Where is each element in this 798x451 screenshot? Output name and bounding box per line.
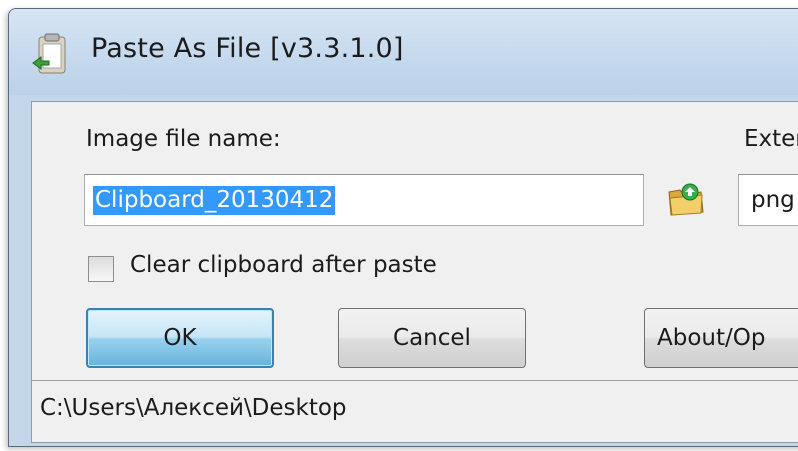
about-options-button[interactable]: About/Op [644,308,798,368]
folder-icon[interactable] [666,180,706,220]
image-file-name-input[interactable]: Clipboard_20130412 [84,174,644,226]
save-path-text: C:\Users\Алексей\Desktop [40,395,347,421]
clear-clipboard-checkbox[interactable] [88,256,114,282]
extension-value: png [751,187,795,213]
cancel-button[interactable]: Cancel [338,308,526,368]
status-bar: C:\Users\Алексей\Desktop [32,380,798,441]
dialog-body: Image file name: Exter Clipboard_2013041… [31,101,798,443]
window-title: Paste As File [v3.3.1.0] [91,33,404,64]
paste-as-file-app-icon [31,33,71,77]
clear-clipboard-label[interactable]: Clear clipboard after paste [130,252,437,278]
extension-input[interactable]: png [738,174,798,226]
image-file-name-label: Image file name: [86,126,281,152]
title-bar[interactable]: Paste As File [v3.3.1.0] [9,9,798,95]
image-file-name-value: Clipboard_20130412 [93,186,336,215]
extension-label: Exter [744,126,798,152]
ok-button[interactable]: OK [86,308,274,368]
paste-as-file-window: Paste As File [v3.3.1.0] Image file name… [8,8,798,447]
